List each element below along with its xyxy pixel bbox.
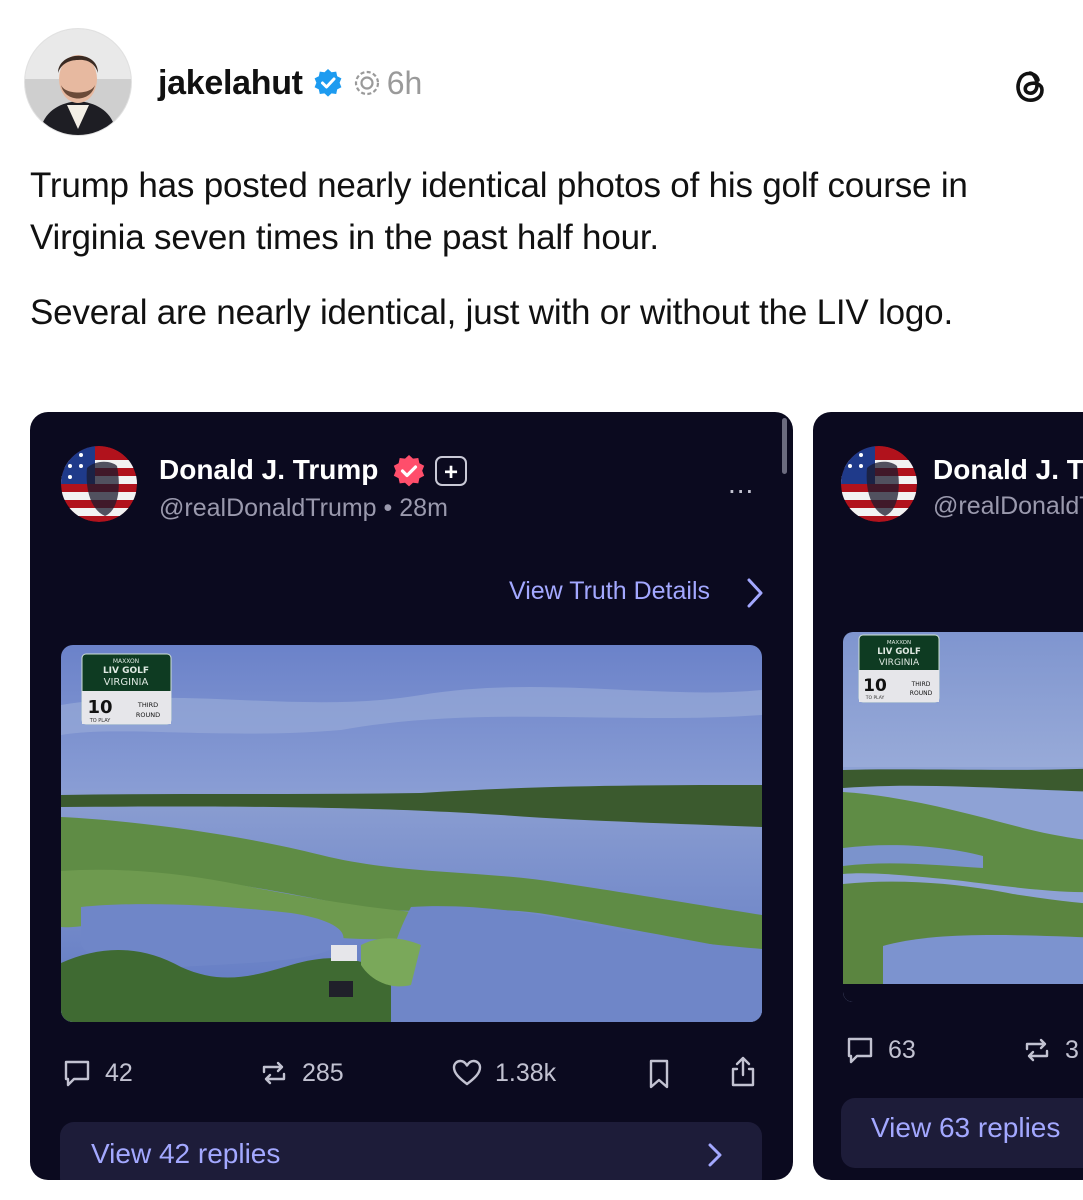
chevron-right-icon[interactable] <box>744 576 766 610</box>
verified-badge-icon <box>313 68 343 98</box>
like-count: 1.38k <box>495 1058 557 1087</box>
scoreboard-round-1: THIRD <box>137 701 158 709</box>
repost-action[interactable]: 285 <box>258 1057 344 1089</box>
truth-plus-badge-icon: + <box>435 456 467 486</box>
author-row: jakelahut 6h <box>158 58 422 108</box>
bookmark-icon[interactable] <box>644 1057 674 1091</box>
reply-count: 63 <box>888 1035 916 1064</box>
more-options-icon[interactable]: ... <box>728 468 754 500</box>
scoreboard-event: VIRGINIA <box>879 658 920 668</box>
comment-bubble-icon <box>847 1037 873 1064</box>
scoreboard-event: VIRGINIA <box>104 677 149 688</box>
repost-count: 285 <box>302 1058 344 1087</box>
share-icon[interactable] <box>728 1054 758 1088</box>
author-avatar[interactable] <box>25 29 131 135</box>
embedded-truth-card-2[interactable]: Donald J. Tr @realDonaldT MAXXON LIV GOL… <box>813 412 1083 1180</box>
scoreboard-league: LIV GOLF <box>103 666 149 676</box>
truth-avatar[interactable] <box>841 446 917 522</box>
scoreboard-to-play: TO PLAY <box>89 718 112 724</box>
scoreboard-round-2: ROUND <box>910 690 933 697</box>
reply-count: 42 <box>105 1058 133 1087</box>
view-replies-label: View 63 replies <box>871 1112 1061 1143</box>
threads-logo-icon[interactable] <box>1008 63 1052 107</box>
post-paragraph-1: Trump has posted nearly identical photos… <box>30 166 968 257</box>
golf-course-photo[interactable]: MAXXON LIV GOLF VIRGINIA 10 TO PLAY THIR… <box>61 645 762 1022</box>
scoreboard-brand: MAXXON <box>887 640 911 646</box>
chevron-right-icon <box>708 1143 722 1167</box>
scoreboard-hole: 10 <box>87 697 112 718</box>
truth-avatar[interactable] <box>61 446 137 522</box>
scoreboard-hole: 10 <box>863 676 887 696</box>
repost-icon <box>262 1061 286 1085</box>
scoreboard-round-1: THIRD <box>911 681 931 688</box>
post-paragraph-2: Several are nearly identical, just with … <box>30 293 953 332</box>
repost-count: 3 <box>1065 1035 1079 1064</box>
scoreboard-brand: MAXXON <box>113 658 139 665</box>
truth-display-name[interactable]: Donald J. Tr <box>933 454 1083 486</box>
handle-separator: • <box>383 494 393 522</box>
scoreboard-round-2: ROUND <box>136 711 160 719</box>
truth-verified-badge-icon <box>392 454 426 488</box>
truth-handle[interactable]: @realDonaldTrump <box>159 494 377 522</box>
comment-bubble-icon <box>64 1060 90 1087</box>
post-timestamp: 6h <box>386 64 423 101</box>
golf-course-photo[interactable]: MAXXON LIV GOLF VIRGINIA 10 TO PLAY THIR… <box>843 632 1083 1002</box>
repost-icon <box>1025 1038 1049 1062</box>
truth-time: 28m <box>399 494 448 522</box>
view-replies-button[interactable]: View 42 replies <box>60 1122 762 1180</box>
scoreboard-league: LIV GOLF <box>877 647 921 657</box>
scrollbar[interactable] <box>782 418 787 474</box>
truth-display-name[interactable]: Donald J. Trump <box>159 454 378 486</box>
repost-action[interactable]: 3 <box>1021 1034 1079 1066</box>
view-replies-label: View 42 replies <box>91 1138 281 1169</box>
scoreboard-to-play: TO PLAY <box>865 695 885 701</box>
heart-icon <box>452 1059 482 1086</box>
author-username[interactable]: jakelahut <box>158 64 303 103</box>
embedded-truth-card[interactable]: Donald J. Trump + @realDonaldTrump • 28m… <box>30 412 793 1180</box>
reply-action[interactable]: 42 <box>61 1057 133 1089</box>
view-replies-button[interactable]: View 63 replies <box>841 1098 1083 1168</box>
ai-label-icon[interactable] <box>353 69 381 97</box>
truth-handle[interactable]: @realDonaldT <box>933 492 1083 521</box>
like-action[interactable]: 1.38k <box>451 1057 556 1089</box>
truth-handle-line: @realDonaldTrump • 28m <box>159 494 448 523</box>
reply-action[interactable]: 63 <box>844 1034 916 1066</box>
view-truth-details-link[interactable]: View Truth Details <box>509 577 710 606</box>
